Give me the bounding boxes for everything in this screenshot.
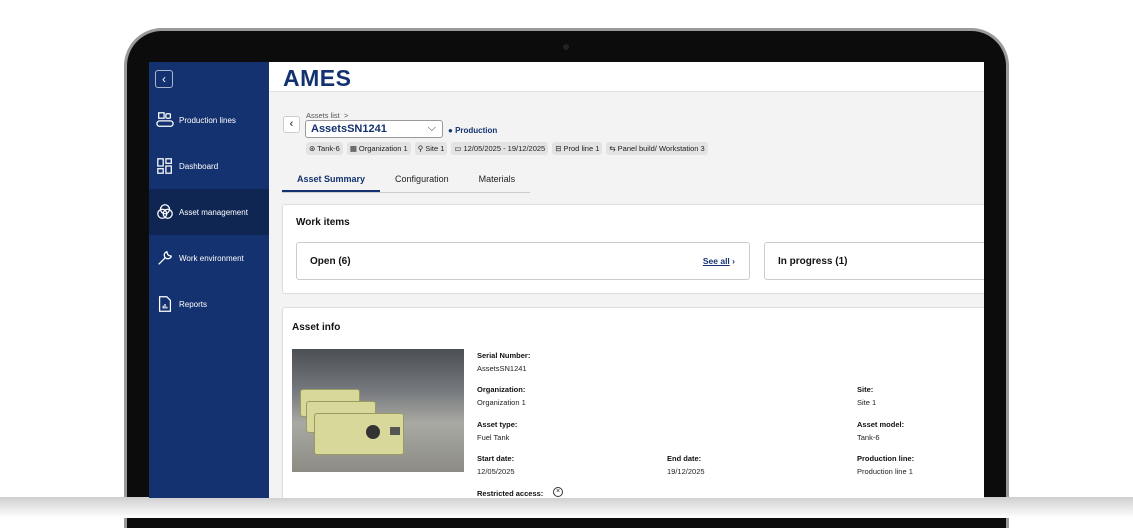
asset-select[interactable]: AssetsSN1241 ⌵ xyxy=(305,120,443,138)
production-line-label: Production line: xyxy=(857,454,915,463)
sidebar-item-label: Work environment xyxy=(179,253,244,263)
end-date-value: 19/12/2025 xyxy=(667,467,705,476)
chip-label: Organization 1 xyxy=(358,144,408,153)
see-all-label: See all xyxy=(702,256,730,266)
asset-photo xyxy=(292,349,464,472)
chip-dates: ▭ 12/05/2025 - 19/12/2025 xyxy=(451,142,549,155)
work-items-card: Work items Open (6) See all › In progres… xyxy=(282,204,984,294)
serial-number-value: AssetsSN1241 xyxy=(477,364,527,373)
app-header: AMES xyxy=(269,62,984,92)
asset-type-label: Asset type: xyxy=(477,420,518,429)
asset-icon xyxy=(157,204,173,219)
chevron-right-icon: > xyxy=(343,111,349,120)
sidebar-item-label: Reports xyxy=(179,299,208,309)
shadow xyxy=(0,497,1133,518)
asset-type-value: Fuel Tank xyxy=(477,433,510,442)
open-count: Open (6) xyxy=(310,256,351,267)
sidebar-item-label: Dashboard xyxy=(179,161,219,171)
status-label: Production xyxy=(455,126,498,135)
chip-label: Site 1 xyxy=(425,144,445,153)
see-all-link[interactable]: See all › xyxy=(703,256,735,266)
sidebar-item-label: Asset management xyxy=(179,207,248,217)
organization-value: Organization 1 xyxy=(477,398,526,407)
app-screen: ‹ Production lines Dashboard Asset manag… xyxy=(149,62,984,498)
asset-chips: ⊛ Tank-6 ▦ Organization 1 ⚲ Site 1 ▭ 12/05/2… xyxy=(306,142,708,155)
tab-materials[interactable]: Materials xyxy=(464,170,531,192)
sidebar-item-label: Production lines xyxy=(179,115,236,125)
workflow-icon: ⇆ xyxy=(609,144,616,153)
in-progress-count: In progress (1) xyxy=(778,256,848,267)
open-work-items[interactable]: Open (6) See all › xyxy=(296,242,750,280)
status-badge: ● Production xyxy=(448,126,498,135)
back-button[interactable]: ‹ xyxy=(283,116,300,133)
asset-model-label: Asset model: xyxy=(857,420,905,429)
in-progress-work-items[interactable]: In progress (1) xyxy=(764,242,984,280)
asset-info-title: Asset info xyxy=(292,322,341,333)
tab-bar: Asset Summary Configuration Materials xyxy=(282,170,531,193)
asset-model-value: Tank-6 xyxy=(857,433,880,442)
chip-workstation: ⇆ Panel build/ Workstation 3 xyxy=(606,142,708,155)
chip-label: Prod line 1 xyxy=(563,144,600,153)
work-items-title: Work items xyxy=(296,217,350,228)
conveyor-icon xyxy=(156,112,174,127)
tab-configuration[interactable]: Configuration xyxy=(380,170,464,192)
chip-prod-line: ⊟ Prod line 1 xyxy=(552,142,603,155)
chevron-down-icon: ⌵ xyxy=(427,122,436,134)
app-logo: AMES xyxy=(283,65,352,91)
camera xyxy=(563,44,569,50)
wrench-icon xyxy=(158,250,173,265)
restricted-access-label: Restricted access: xyxy=(477,489,544,498)
building-icon: ▦ xyxy=(349,144,357,153)
asset-icon: ⊛ xyxy=(309,144,316,153)
sidebar-item-work-environment[interactable]: Work environment xyxy=(149,235,269,281)
report-icon xyxy=(158,296,172,312)
asset-select-value: AssetsSN1241 xyxy=(311,123,387,135)
collapse-sidebar-button[interactable]: ‹ xyxy=(155,70,173,88)
organization-label: Organization: xyxy=(477,385,526,394)
asset-info-card: Asset info Serial Number: AssetsSN1241 O… xyxy=(282,307,984,498)
chip-organization: ▦ Organization 1 xyxy=(346,142,411,155)
conveyor-icon: ⊟ xyxy=(555,144,562,153)
chip-model: ⊛ Tank-6 xyxy=(306,142,343,155)
end-date-label: End date: xyxy=(667,454,702,463)
breadcrumb: Assets list > xyxy=(306,111,348,120)
sidebar-item-dashboard[interactable]: Dashboard xyxy=(149,143,269,189)
calendar-icon: ▭ xyxy=(454,144,462,153)
chip-site: ⚲ Site 1 xyxy=(414,142,448,155)
sidebar: ‹ Production lines Dashboard Asset manag… xyxy=(149,62,269,498)
chip-label: 12/05/2025 - 19/12/2025 xyxy=(463,144,546,153)
sidebar-item-asset-management[interactable]: Asset management xyxy=(149,189,269,235)
dashboard-icon xyxy=(157,158,172,174)
tab-asset-summary[interactable]: Asset Summary xyxy=(282,170,381,192)
location-icon: ⚲ xyxy=(417,144,424,153)
chip-label: Panel build/ Workstation 3 xyxy=(617,144,705,153)
start-date-label: Start date: xyxy=(477,454,515,463)
sidebar-item-reports[interactable]: Reports xyxy=(149,281,269,327)
start-date-value: 12/05/2025 xyxy=(477,467,515,476)
chip-label: Tank-6 xyxy=(317,144,340,153)
breadcrumb-assets-list[interactable]: Assets list xyxy=(306,111,340,120)
site-value: Site 1 xyxy=(857,398,877,407)
production-line-value: Production line 1 xyxy=(857,467,913,476)
site-label: Site: xyxy=(857,385,874,394)
serial-number-label: Serial Number: xyxy=(477,351,531,360)
main-content: Assets list > ‹ AssetsSN1241 ⌵ ● Producti… xyxy=(269,92,984,498)
close-circle-icon: × xyxy=(553,487,563,497)
sidebar-item-production-lines[interactable]: Production lines xyxy=(149,97,269,143)
